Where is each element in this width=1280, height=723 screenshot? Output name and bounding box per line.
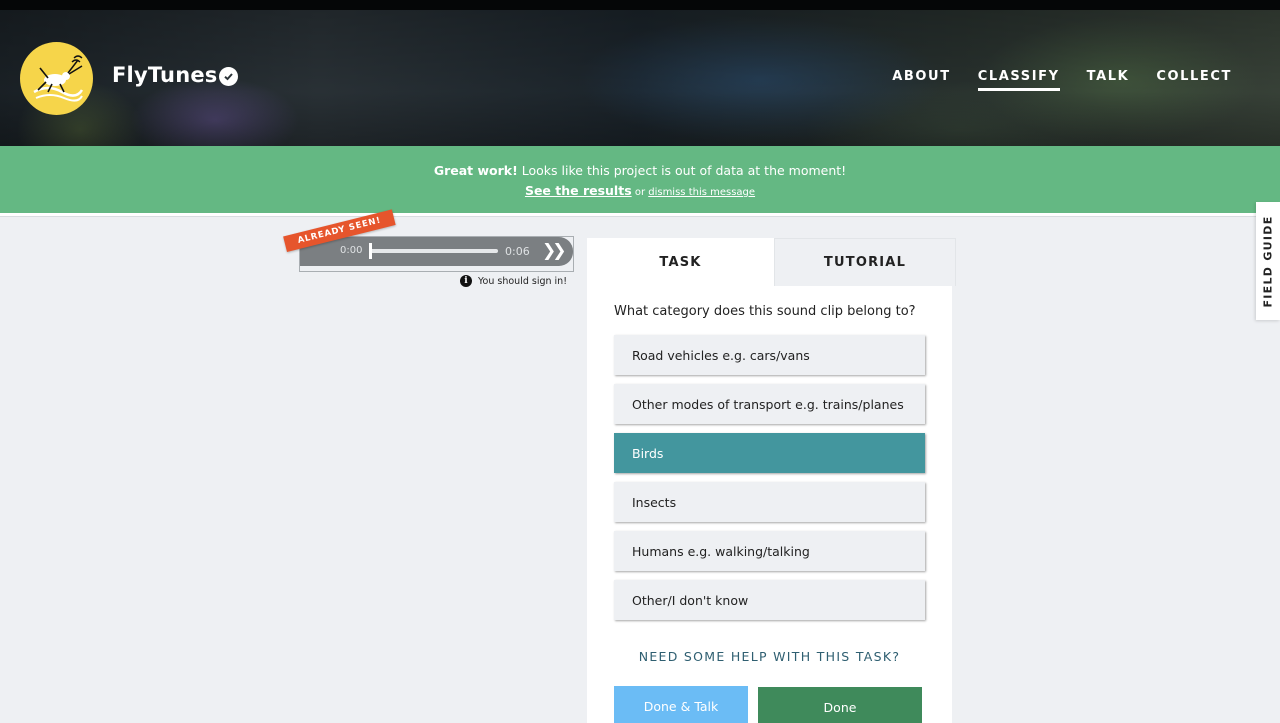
banner-text: Looks like this project is out of data a… [517,163,847,178]
project-header: FlyTunes ABOUT CLASSIFY TALK COLLECT [0,10,1280,146]
answer-other-unknown[interactable]: Other/I don't know [614,580,925,620]
audio-total-time: 0:06 [505,245,530,258]
sign-in-text: You should sign in! [478,275,568,287]
audio-progress-thumb[interactable] [369,243,372,259]
dismiss-message-link[interactable]: dismiss this message [648,187,755,198]
banner-strong: Great work! [433,163,518,178]
nav-classify[interactable]: CLASSIFY [977,69,1060,91]
nav-collect[interactable]: COLLECT [1156,69,1232,91]
answer-road-vehicles[interactable]: Road vehicles e.g. cars/vans [614,335,925,375]
project-logo[interactable] [20,42,93,115]
task-tabs: TASK TUTORIAL [587,238,957,286]
see-results-link[interactable]: See the results [525,183,632,198]
sign-in-note: i You should sign in! [460,275,567,287]
banner-message: Great work! Looks like this project is o… [0,163,1280,178]
audio-player[interactable]: 0:00 0:06 ❯❯ [300,237,573,266]
answer-other-transport[interactable]: Other modes of transport e.g. trains/pla… [614,384,925,424]
banner-links: See the results or dismiss this message [0,183,1280,198]
task-question: What category does this sound clip belon… [614,304,916,319]
nav-talk[interactable]: TALK [1087,69,1130,91]
info-icon: i [460,275,472,287]
answer-insects[interactable]: Insects [614,482,925,522]
done-and-talk-button[interactable]: Done & Talk [614,686,748,723]
project-title[interactable]: FlyTunes [112,63,218,87]
cricket-logo-icon [32,54,83,102]
field-guide-label: FIELD GUIDE [1261,214,1275,308]
field-guide-tab[interactable]: FIELD GUIDE [1256,202,1280,320]
banner-or: or [631,187,649,198]
nav-about[interactable]: ABOUT [892,69,950,91]
top-bar [0,0,1280,10]
answer-list: Road vehicles e.g. cars/vans Other modes… [614,335,925,629]
tab-tutorial[interactable]: TUTORIAL [774,238,956,286]
audio-current-time: 0:00 [340,245,363,256]
done-button[interactable]: Done [758,687,922,723]
out-of-data-banner: Great work! Looks like this project is o… [0,146,1280,216]
task-help-link[interactable]: NEED SOME HELP WITH THIS TASK? [587,649,952,664]
project-nav: ABOUT CLASSIFY TALK COLLECT [892,69,1232,91]
audio-progress-track[interactable] [370,249,498,253]
task-panel: TASK TUTORIAL What category does this so… [587,238,956,723]
verified-check-icon [219,67,238,86]
answer-birds[interactable]: Birds [614,433,925,473]
answer-humans[interactable]: Humans e.g. walking/talking [614,531,925,571]
tab-task[interactable]: TASK [587,238,774,286]
fast-forward-icon[interactable]: ❯❯ [542,241,566,261]
subject-viewer: 0:00 0:06 ❯❯ [299,236,574,272]
